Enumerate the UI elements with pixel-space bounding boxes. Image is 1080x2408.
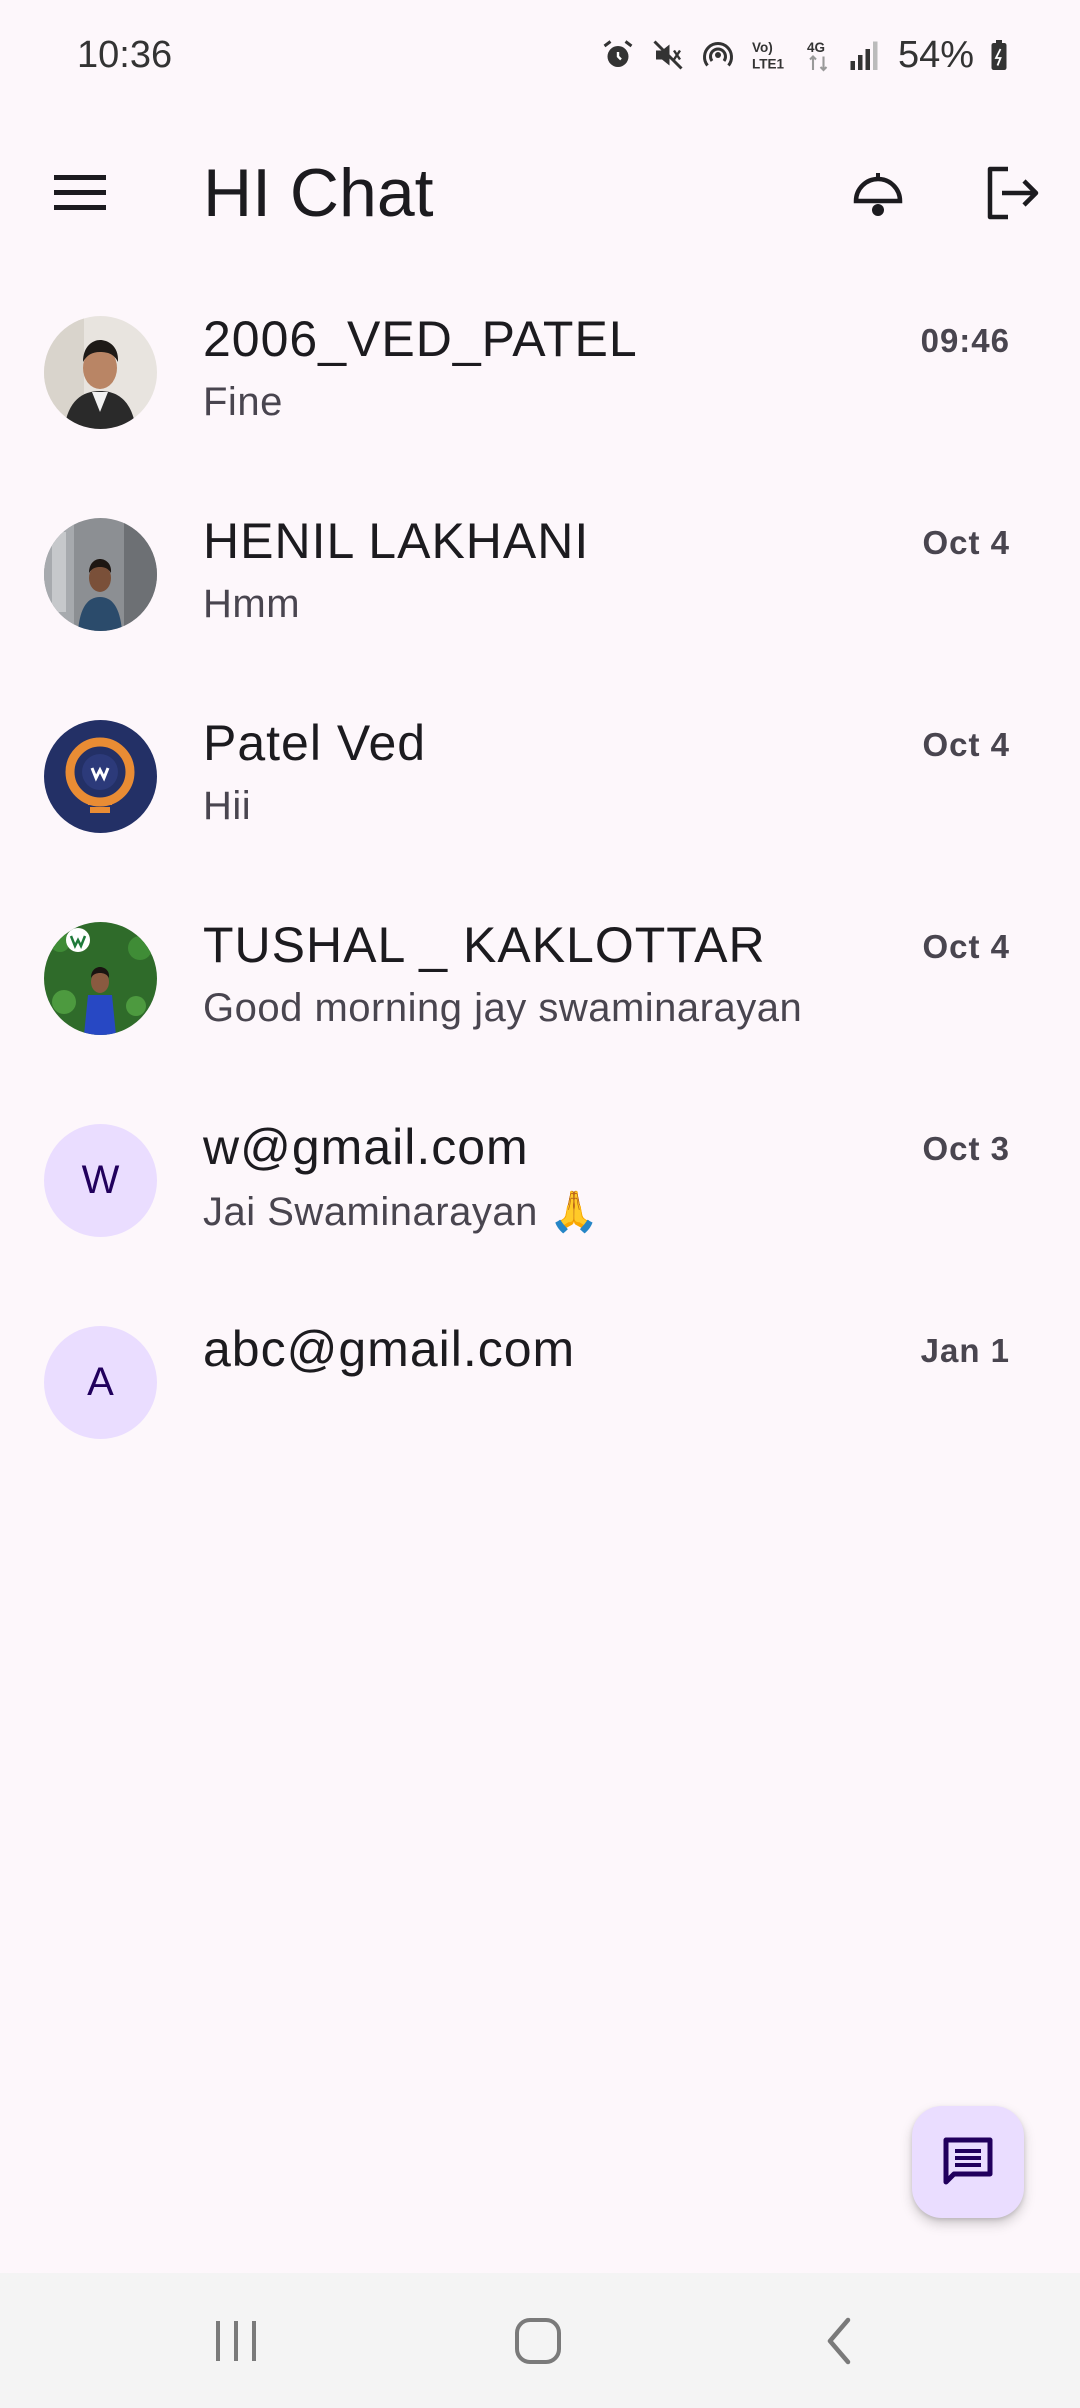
4g-icon: 4G (804, 37, 834, 73)
app-bar: HI Chat (0, 130, 1080, 255)
back-icon (827, 2317, 851, 2364)
chat-list-item[interactable]: W w@gmail.com Jai Swaminarayan 🙏 Oct 3 (0, 1098, 1080, 1300)
recents-button[interactable] (176, 2293, 296, 2388)
chat-timestamp: Jan 1 (920, 1332, 1010, 1369)
new-chat-button[interactable] (912, 2106, 1024, 2218)
chat-list-item[interactable]: Patel Ved Hii Oct 4 (0, 694, 1080, 896)
chat-last-message: Jai Swaminarayan 🙏 (203, 1190, 600, 1234)
chat-timestamp: 09:46 (920, 322, 1010, 359)
avatar: A (44, 1326, 157, 1439)
battery-icon (988, 37, 1010, 73)
chat-list-item[interactable]: HENIL LAKHANI Hmm Oct 4 (0, 492, 1080, 694)
avatar: W (44, 1124, 157, 1237)
menu-icon (54, 174, 106, 210)
recents-icon (216, 2320, 256, 2361)
back-button[interactable] (780, 2293, 900, 2388)
chat-last-message: Good morning jay swaminarayan (203, 986, 803, 1030)
chat-timestamp: Oct 4 (922, 726, 1010, 763)
battery-percent: 54% (897, 33, 974, 76)
chat-name: HENIL LAKHANI (203, 513, 590, 569)
alarm-icon (600, 37, 636, 73)
chat-list-item[interactable]: A abc@gmail.com Jan 1 (0, 1300, 1080, 1502)
status-icons: Vo) LTE1 4G 54% (600, 34, 1010, 77)
notifications-button[interactable] (828, 143, 928, 243)
page-title: HI Chat (203, 154, 434, 231)
avatar (44, 316, 157, 429)
chat-last-message: Hii (203, 784, 252, 828)
chat-last-message: Fine (203, 380, 283, 424)
chat-list: 2006_VED_PATEL Fine 09:46 HENIL LAKHANI … (0, 290, 1080, 1502)
logout-button[interactable] (962, 143, 1062, 243)
status-time: 10:36 (77, 33, 173, 76)
home-button[interactable] (478, 2293, 598, 2388)
avatar (44, 720, 157, 833)
chat-name: 2006_VED_PATEL (203, 311, 638, 367)
chat-name: TUSHAL _ KAKLOTTAR (203, 917, 766, 973)
chat-name: w@gmail.com (203, 1119, 529, 1175)
svg-text:4G: 4G (807, 40, 825, 55)
new-chat-icon (943, 2137, 993, 2185)
screen: 10:36 Vo) LTE1 4G 54% HI Chat 2006_VED_P… (0, 0, 1080, 2408)
home-icon (515, 2317, 561, 2364)
svg-text:Vo): Vo) (752, 40, 773, 55)
logout-icon (987, 166, 1039, 219)
bell-icon (853, 172, 903, 216)
status-bar: 10:36 Vo) LTE1 4G 54% (0, 0, 1080, 110)
svg-text:LTE1: LTE1 (752, 57, 784, 72)
mute-icon (650, 37, 686, 73)
avatar (44, 518, 157, 631)
chat-name: Patel Ved (203, 715, 427, 771)
menu-button[interactable] (30, 143, 130, 243)
volte-icon: Vo) LTE1 (750, 37, 790, 73)
chat-timestamp: Oct 3 (922, 1130, 1010, 1167)
hotspot-icon (700, 37, 736, 73)
signal-icon (848, 37, 880, 73)
chat-list-item[interactable]: 2006_VED_PATEL Fine 09:46 (0, 290, 1080, 492)
chat-timestamp: Oct 4 (922, 524, 1010, 561)
avatar (44, 922, 157, 1035)
chat-name: abc@gmail.com (203, 1321, 576, 1377)
system-nav-bar (0, 2273, 1080, 2408)
chat-timestamp: Oct 4 (922, 928, 1010, 965)
chat-list-item[interactable]: TUSHAL _ KAKLOTTAR Good morning jay swam… (0, 896, 1080, 1098)
chat-last-message: Hmm (203, 582, 301, 626)
